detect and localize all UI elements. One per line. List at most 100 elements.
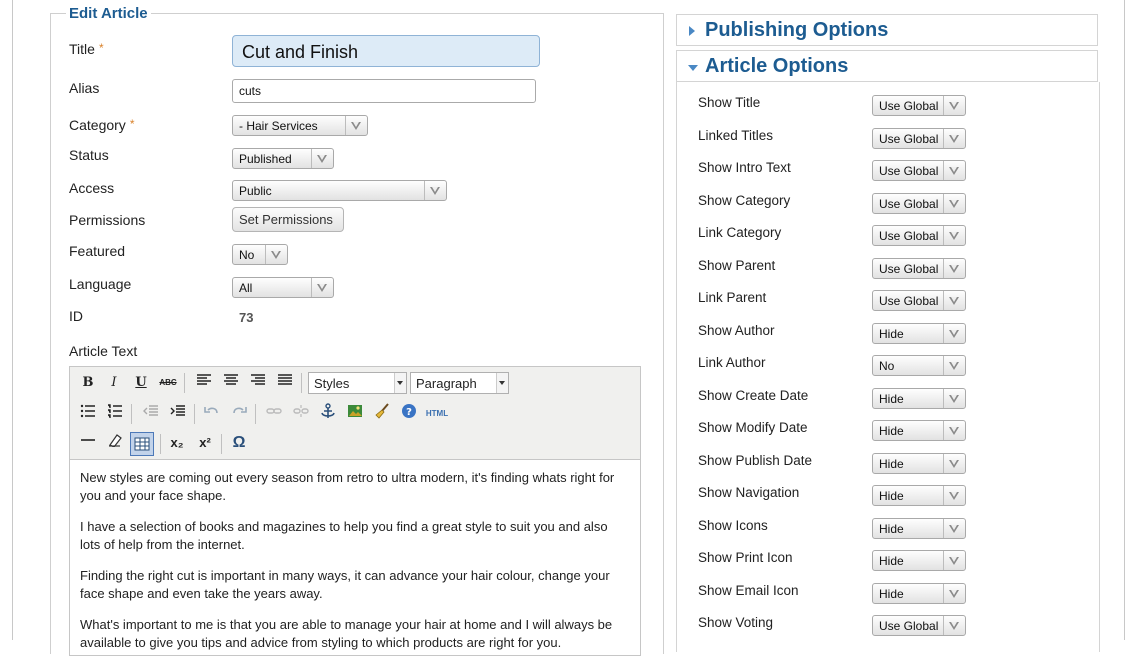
broom-icon	[375, 403, 389, 419]
special-character-button[interactable]: Ω	[228, 432, 250, 454]
caret-down-icon	[496, 373, 508, 393]
image-button[interactable]	[344, 403, 366, 425]
option-select-value: Use Global	[879, 619, 939, 633]
access-select[interactable]: Public	[232, 180, 447, 201]
option-select-value: Hide	[879, 457, 904, 471]
set-permissions-button[interactable]: Set Permissions	[232, 207, 344, 232]
language-label: Language	[69, 276, 132, 292]
option-select[interactable]: Use Global	[872, 258, 966, 279]
anchor-button[interactable]	[317, 403, 339, 425]
svg-text:?: ?	[406, 407, 412, 418]
option-select[interactable]: Use Global	[872, 95, 966, 116]
option-select[interactable]: Use Global	[872, 615, 966, 636]
featured-select-value: No	[239, 248, 255, 262]
option-label: Show Modify Date	[698, 420, 808, 435]
toolbar-separator	[221, 434, 222, 454]
align-right-button[interactable]	[247, 372, 269, 394]
option-label: Link Parent	[698, 290, 767, 305]
option-select-value: Use Global	[879, 262, 939, 276]
option-label: Show Title	[698, 95, 761, 110]
category-select[interactable]: - Hair Services	[232, 115, 368, 136]
option-select[interactable]: Use Global	[872, 193, 966, 214]
unlink-button[interactable]	[290, 403, 312, 425]
editor-content[interactable]: New styles are coming out every season f…	[80, 469, 630, 665]
option-select-value: Use Global	[879, 197, 939, 211]
undo-icon	[204, 407, 218, 414]
option-select-value: Hide	[879, 327, 904, 341]
article-options-header[interactable]: Article Options	[676, 50, 1098, 82]
option-select[interactable]: Hide	[872, 388, 966, 409]
language-select-value: All	[239, 281, 253, 295]
content-paragraph: I have a selection of books and magazine…	[80, 519, 608, 552]
align-justify-button[interactable]	[274, 372, 296, 394]
strikethrough-button[interactable]: ABC	[157, 372, 179, 394]
editor-toolbar: B I U ABC Styles Paragraph ? HTML x₂ x² …	[70, 367, 640, 460]
title-label: Title *	[69, 41, 104, 57]
html-source-button[interactable]: HTML	[422, 403, 452, 425]
option-label: Show Navigation	[698, 485, 800, 500]
alias-input[interactable]: cuts	[232, 79, 536, 103]
featured-label: Featured	[69, 243, 126, 259]
format-select-value: Paragraph	[416, 376, 477, 391]
option-label: Show Email Icon	[698, 583, 799, 598]
chevron-down-icon	[943, 486, 965, 505]
bold-button[interactable]: B	[77, 372, 99, 394]
option-select[interactable]: Hide	[872, 583, 966, 604]
align-left-button[interactable]	[193, 372, 215, 394]
italic-button[interactable]: I	[103, 372, 125, 394]
styles-select[interactable]: Styles	[308, 372, 407, 394]
remove-format-button[interactable]	[104, 432, 126, 454]
option-select[interactable]: Hide	[872, 420, 966, 441]
id-value: 73	[239, 310, 254, 325]
featured-select[interactable]: No	[232, 244, 288, 265]
article-options-title: Article Options	[705, 55, 849, 77]
link-icon	[266, 408, 282, 414]
bullet-list-button[interactable]	[77, 403, 99, 425]
access-select-value: Public	[239, 184, 272, 198]
redo-button[interactable]	[228, 403, 250, 425]
option-label: Show Author	[698, 323, 775, 338]
option-select[interactable]: Hide	[872, 485, 966, 506]
option-select[interactable]: Use Global	[872, 160, 966, 181]
toolbar-separator	[194, 404, 195, 424]
format-select[interactable]: Paragraph	[410, 372, 509, 394]
align-center-button[interactable]	[220, 372, 242, 394]
content-paragraph: What's important to me is that you are a…	[80, 617, 613, 650]
horizontal-rule-button[interactable]	[77, 432, 99, 454]
option-select[interactable]: Hide	[872, 453, 966, 474]
status-select[interactable]: Published	[232, 148, 334, 169]
styles-select-value: Styles	[314, 376, 350, 391]
title-input[interactable]: Cut and Finish	[232, 35, 540, 67]
option-select[interactable]: Hide	[872, 518, 966, 539]
option-select[interactable]: Use Global	[872, 128, 966, 149]
chevron-down-icon	[943, 389, 965, 408]
category-select-value: - Hair Services	[239, 119, 318, 133]
option-label: Show Intro Text	[698, 160, 791, 175]
chevron-down-icon	[943, 226, 965, 245]
underline-button[interactable]: U	[130, 372, 152, 394]
option-select[interactable]: Use Global	[872, 290, 966, 311]
indent-button[interactable]	[167, 403, 189, 425]
cleanup-button[interactable]	[371, 403, 393, 425]
publishing-options-title: Publishing Options	[705, 19, 889, 41]
help-button[interactable]: ?	[398, 403, 420, 425]
undo-button[interactable]	[201, 403, 223, 425]
language-select[interactable]: All	[232, 277, 334, 298]
chevron-down-icon	[311, 149, 333, 168]
superscript-button[interactable]: x²	[194, 432, 216, 454]
option-label: Linked Titles	[698, 128, 774, 143]
option-label: Show Category	[698, 193, 791, 208]
option-select[interactable]: Use Global	[872, 225, 966, 246]
option-select[interactable]: No	[872, 355, 966, 376]
outdent-button[interactable]	[140, 403, 162, 425]
option-select[interactable]: Hide	[872, 323, 966, 344]
subscript-button[interactable]: x₂	[166, 432, 188, 454]
link-button[interactable]	[263, 403, 285, 425]
chevron-down-icon	[943, 259, 965, 278]
publishing-options-header[interactable]: Publishing Options	[676, 14, 1098, 46]
table-button[interactable]	[130, 432, 154, 456]
numbered-list-button[interactable]	[104, 403, 126, 425]
permissions-label: Permissions	[69, 212, 146, 228]
option-select[interactable]: Hide	[872, 550, 966, 571]
chevron-down-icon	[943, 454, 965, 473]
